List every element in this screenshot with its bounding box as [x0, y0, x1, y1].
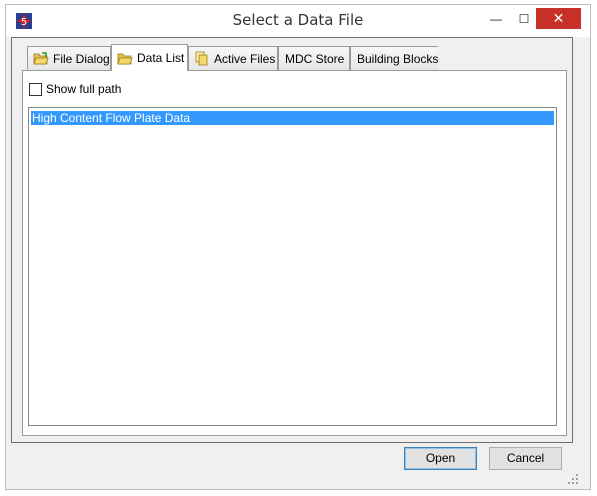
resize-grip-icon[interactable]	[567, 473, 579, 485]
show-full-path-label[interactable]: Show full path	[46, 82, 121, 96]
folder-open-icon	[117, 53, 133, 64]
tab-label: Building Blocks	[357, 51, 439, 66]
tab-file-dialog[interactable]: File Dialog	[27, 46, 111, 70]
tab-label: File Dialog	[53, 51, 110, 66]
tab-data-list[interactable]: Data List	[111, 44, 188, 71]
maximize-button[interactable]: ☐	[509, 9, 539, 29]
cancel-button[interactable]: Cancel	[489, 447, 562, 470]
list-item[interactable]: High Content Flow Plate Data	[31, 111, 554, 125]
documents-icon	[195, 51, 208, 66]
tab-building-blocks[interactable]: Building Blocks	[350, 46, 438, 70]
data-list-box[interactable]: High Content Flow Plate Data	[28, 107, 557, 426]
tab-label: MDC Store	[285, 51, 345, 66]
tab-label: Data List	[137, 51, 185, 65]
tab-active-files[interactable]: Active Files	[188, 46, 278, 70]
tab-mdc-store[interactable]: MDC Store	[278, 46, 350, 70]
open-button[interactable]: Open	[404, 447, 477, 470]
tab-label: Active Files	[214, 51, 276, 66]
folder-open-icon	[33, 52, 49, 65]
minimize-button[interactable]: —	[481, 9, 511, 29]
show-full-path-checkbox[interactable]	[29, 83, 42, 96]
close-button[interactable]: ✕	[536, 8, 581, 29]
title-bar[interactable]: 5 Select a Data File — ☐ ✕	[6, 5, 590, 37]
